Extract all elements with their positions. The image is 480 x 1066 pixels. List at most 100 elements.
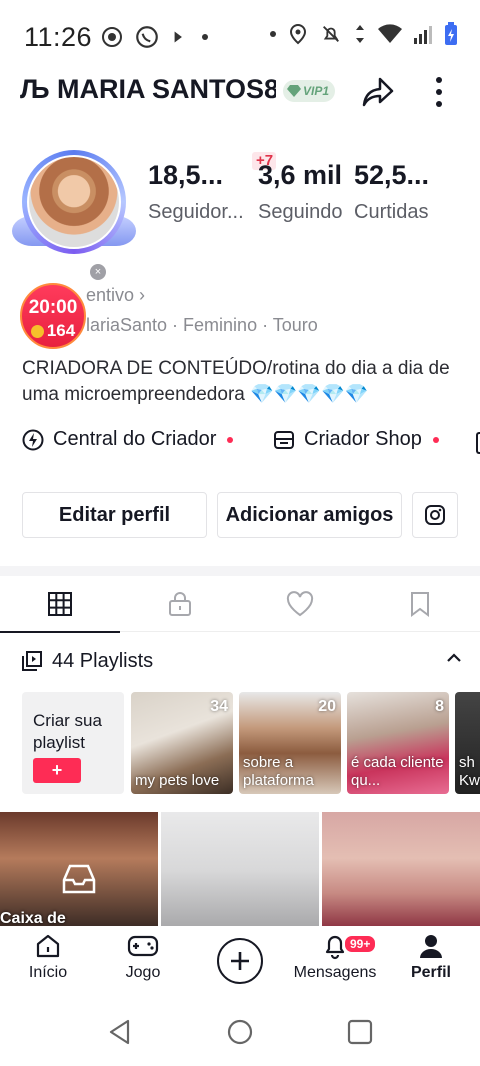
playlists-title: 44 Playlists xyxy=(52,649,154,672)
shop-icon xyxy=(274,430,294,449)
create-playlist-card[interactable]: Criar sua playlist + xyxy=(22,692,124,794)
record-icon xyxy=(102,27,122,47)
instagram-button[interactable] xyxy=(412,492,458,538)
cast-icon xyxy=(174,31,182,43)
nav-messages[interactable]: Mensagens 99+ xyxy=(290,932,380,982)
nav-home[interactable]: Início xyxy=(3,932,93,982)
instagram-icon xyxy=(425,505,445,525)
heart-icon xyxy=(286,591,314,617)
tab-saved[interactable] xyxy=(360,576,480,632)
mute-icon xyxy=(323,26,339,42)
data-arrows-icon xyxy=(356,25,364,43)
playlist-card[interactable]: 34 my pets love xyxy=(131,692,233,794)
create-playlist-button[interactable]: + xyxy=(33,758,81,783)
profile-avatar[interactable] xyxy=(12,142,136,266)
home-circle-icon[interactable] xyxy=(226,1018,254,1046)
stat-label: Seguidor... xyxy=(148,201,244,223)
avatar-image xyxy=(27,155,121,249)
more-links-icon[interactable] xyxy=(476,432,480,454)
stat-followers[interactable]: 18,5... Seguidor... xyxy=(148,160,244,224)
wifi-icon xyxy=(378,24,402,43)
plus-icon xyxy=(231,952,249,970)
recents-icon[interactable] xyxy=(346,1018,374,1046)
share-button[interactable] xyxy=(360,74,396,110)
tab-videos[interactable] xyxy=(0,576,120,633)
nav-label: Início xyxy=(28,964,68,981)
stat-following[interactable]: 3,6 mil Seguindo xyxy=(258,160,343,224)
inbox-icon xyxy=(62,864,96,894)
status-system-icons xyxy=(270,22,458,46)
tab-liked[interactable] xyxy=(240,576,360,632)
home-icon xyxy=(36,934,60,958)
profile-header: Љ MARIA SANTOS8 VIP1 xyxy=(0,72,480,112)
battery-icon xyxy=(445,22,457,45)
back-icon[interactable] xyxy=(106,1018,134,1046)
creator-shop-link[interactable]: Criador Shop xyxy=(273,428,439,451)
location-icon xyxy=(289,23,307,45)
messages-badge: 99+ xyxy=(343,934,378,954)
playlist-count: 20 xyxy=(318,698,336,715)
live-coins: 164 xyxy=(22,321,84,341)
nav-label: Perfil xyxy=(410,964,451,981)
vip-badge[interactable]: VIP1 xyxy=(283,80,336,102)
diamond-icon xyxy=(287,85,301,97)
profile-stats: 18,5... Seguidor... 3,6 mil Seguindo 52,… xyxy=(148,160,468,250)
stat-likes[interactable]: 52,5... Curtidas xyxy=(354,160,429,224)
video-thumbnail[interactable]: Caixa de xyxy=(0,812,158,928)
grid-icon xyxy=(48,592,72,616)
stat-value: 18,5... xyxy=(148,160,224,190)
video-thumbnail[interactable] xyxy=(322,812,480,928)
notification-dot xyxy=(227,436,234,443)
profile-icon xyxy=(420,935,442,958)
quick-link-label: Criador Shop xyxy=(304,428,422,450)
live-timer: 20:00 xyxy=(28,297,78,318)
quick-link-label: Central do Criador xyxy=(53,428,217,450)
live-timer-badge[interactable]: 20:00 164 xyxy=(20,283,86,349)
playlist-name: my pets love xyxy=(135,772,220,789)
active-tab-indicator xyxy=(0,631,120,633)
bookmark-icon xyxy=(411,592,429,617)
dot-icon xyxy=(270,31,276,37)
lock-icon xyxy=(169,592,191,616)
coin-icon xyxy=(30,324,44,338)
create-playlist-label: Criar sua playlist xyxy=(33,711,102,752)
status-bar: 11:26 xyxy=(0,0,480,72)
status-time: 11:26 xyxy=(24,22,93,52)
add-friends-button[interactable]: Adicionar amigos xyxy=(217,492,402,538)
chevron-up-icon[interactable] xyxy=(446,650,462,666)
creator-center-link[interactable]: Central do Criador xyxy=(22,428,234,451)
playlist-card[interactable]: 8 é cada cliente qu... xyxy=(347,692,449,794)
edit-profile-button[interactable]: Editar perfil xyxy=(22,492,207,538)
playlist-icon xyxy=(22,651,42,671)
tab-private[interactable] xyxy=(120,576,240,632)
nav-games[interactable]: Jogo xyxy=(98,932,188,982)
share-icon xyxy=(362,77,394,107)
playlists-header[interactable]: 44 Playlists xyxy=(22,646,462,676)
nav-label: Jogo xyxy=(125,964,161,981)
status-notification-icons xyxy=(100,24,208,50)
nav-profile[interactable]: Perfil xyxy=(386,932,476,982)
playlist-name: sobre a plataforma xyxy=(243,754,314,789)
incentive-link[interactable]: entivo › xyxy=(86,285,145,306)
more-options-button[interactable] xyxy=(426,74,452,110)
lightning-icon xyxy=(22,429,44,450)
nav-label: Mensagens xyxy=(293,964,377,981)
playlist-card[interactable]: sh Kw xyxy=(455,692,480,794)
vip-label: VIP1 xyxy=(303,84,330,98)
quick-links: Central do Criador Criador Shop xyxy=(22,428,480,458)
close-icon[interactable]: × xyxy=(90,264,106,280)
playlist-count: 34 xyxy=(210,698,228,715)
create-video-button[interactable] xyxy=(217,938,263,984)
profile-tabs xyxy=(0,576,480,633)
system-navigation-bar xyxy=(0,1002,480,1066)
whatsapp-icon xyxy=(136,26,158,48)
playlist-card[interactable]: 20 sobre a plataforma xyxy=(239,692,341,794)
video-thumbnail[interactable] xyxy=(161,812,319,928)
gamepad-icon xyxy=(127,935,159,957)
stat-value: 3,6 mil xyxy=(258,160,343,190)
avatar-frame xyxy=(22,150,126,254)
profile-meta: lariaSanto · Feminino · Touro xyxy=(86,315,318,335)
playlist-name: sh Kw xyxy=(459,754,480,789)
stat-label: Curtidas xyxy=(354,201,429,223)
playlist-count: 8 xyxy=(435,698,444,715)
